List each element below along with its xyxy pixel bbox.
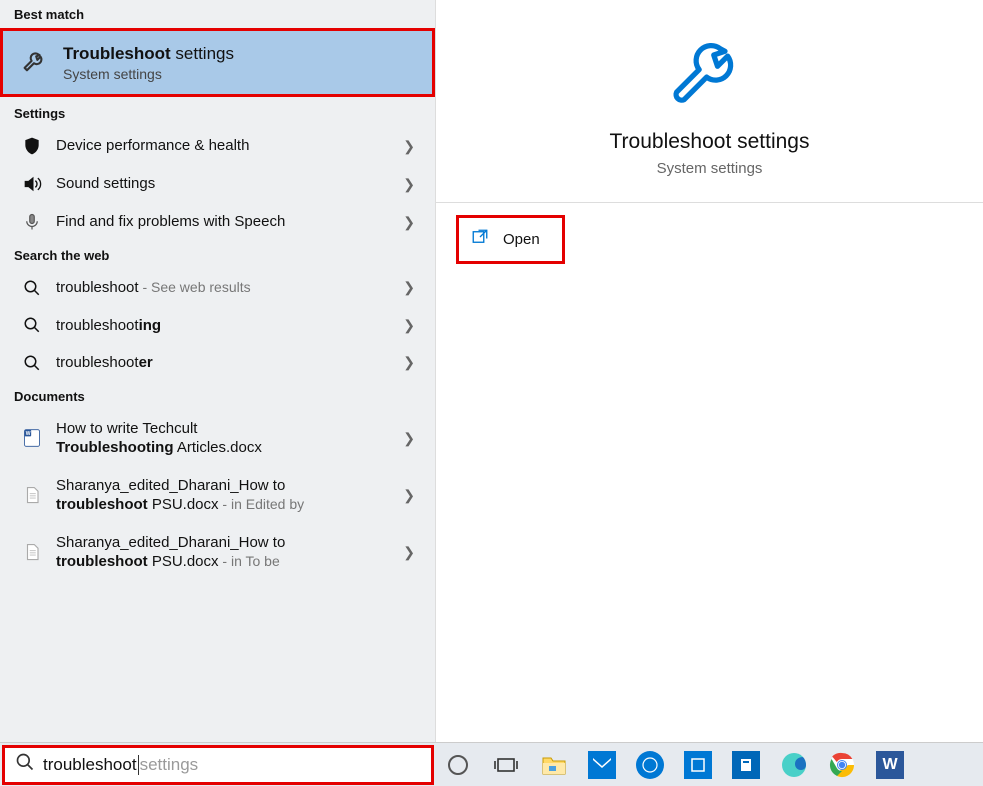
task-view-icon[interactable] [482,743,530,786]
taskbar-search[interactable]: troubleshoot settings [2,745,434,785]
preview-subtitle: System settings [456,160,963,177]
chevron-right-icon: ❯ [403,544,425,561]
doc-item-3[interactable]: Sharanya_edited_Dharani_How to troublesh… [0,524,435,581]
doc-item-2[interactable]: Sharanya_edited_Dharani_How to troublesh… [0,467,435,524]
search-ghost-text: settings [140,755,199,775]
svg-text:W: W [26,431,31,437]
best-match-title: Troubleshoot settings [63,44,234,64]
file-icon [18,484,46,506]
section-documents: Documents [0,382,435,410]
app-tile-2-icon[interactable] [722,743,770,786]
search-input-text: troubleshoot [43,755,137,775]
settings-item-speech[interactable]: Find and fix problems with Speech ❯ [0,203,435,241]
best-match-subtitle: System settings [63,66,234,82]
chrome-icon[interactable] [818,743,866,786]
open-icon [471,228,489,251]
cortana-icon[interactable] [434,743,482,786]
open-button[interactable]: Open [456,215,565,264]
section-settings: Settings [0,99,435,127]
wrench-icon [456,25,963,120]
settings-item-sound[interactable]: Sound settings ❯ [0,165,435,203]
microphone-icon [18,212,46,232]
chevron-right-icon: ❯ [403,317,425,334]
preview-title: Troubleshoot settings [456,130,963,154]
app-tile-icon[interactable] [674,743,722,786]
mail-icon[interactable] [578,743,626,786]
chevron-right-icon: ❯ [403,176,425,193]
search-icon [18,279,46,297]
wrench-icon [21,47,49,80]
web-item-troubleshooter[interactable]: troubleshooter ❯ [0,344,435,382]
chevron-right-icon: ❯ [403,279,425,296]
doc-item-1[interactable]: W How to write Techcult Troubleshooting … [0,410,435,467]
chevron-right-icon: ❯ [403,138,425,155]
file-icon [18,541,46,563]
edge-icon[interactable] [770,743,818,786]
search-icon [18,354,46,372]
search-icon [15,752,35,777]
search-icon [18,316,46,334]
settings-item-device-performance[interactable]: Device performance & health ❯ [0,127,435,165]
section-search-web: Search the web [0,241,435,269]
chevron-right-icon: ❯ [403,214,425,231]
web-item-troubleshooting[interactable]: troubleshooting ❯ [0,307,435,345]
word-icon[interactable]: W [866,743,914,786]
chevron-right-icon: ❯ [403,354,425,371]
chevron-right-icon: ❯ [403,430,425,447]
best-match-result[interactable]: Troubleshoot settings System settings [0,28,435,97]
file-explorer-icon[interactable] [530,743,578,786]
speaker-icon [18,174,46,194]
shield-icon [18,136,46,156]
preview-panel: Troubleshoot settings System settings Op… [436,0,983,742]
chevron-right-icon: ❯ [403,487,425,504]
taskbar: troubleshoot settings W [0,742,983,786]
section-best-match: Best match [0,0,435,28]
web-item-troubleshoot[interactable]: troubleshoot - See web results ❯ [0,269,435,307]
dell-icon[interactable] [626,743,674,786]
search-results-panel: Best match Troubleshoot settings System … [0,0,436,742]
word-doc-icon: W [18,427,46,449]
